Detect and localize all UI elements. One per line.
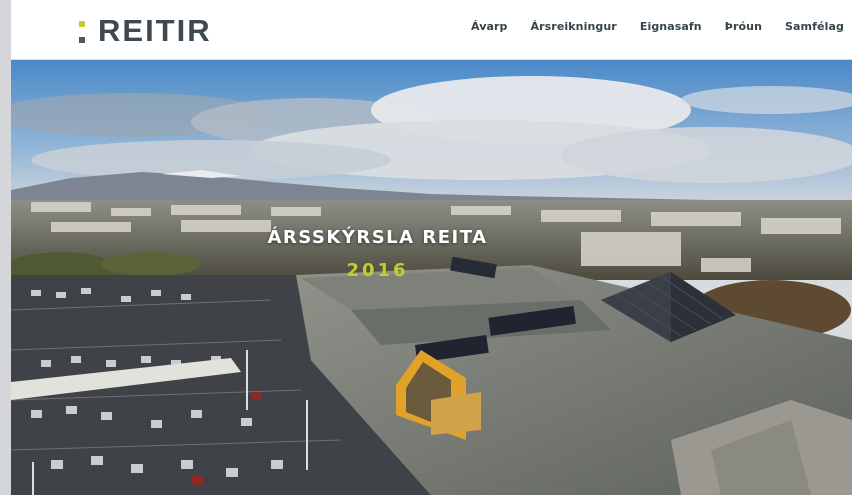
nav-item-avarp[interactable]: Ávarp xyxy=(471,20,508,33)
left-edge-strip xyxy=(0,0,11,495)
nav-item-samfelag[interactable]: Samfélag xyxy=(785,20,844,33)
main-nav: Ávarp Ársreikningur Eignasafn Þróun Samf… xyxy=(471,20,844,33)
nav-item-throun[interactable]: Þróun xyxy=(725,20,762,33)
hero-title: ÁRSSKÝRSLA REITA xyxy=(267,227,488,248)
nav-item-arsreikningur[interactable]: Ársreikningur xyxy=(531,20,617,33)
hero-banner: ÁRSSKÝRSLA REITA 2016 xyxy=(11,60,852,495)
hero-year: 2016 xyxy=(346,260,409,281)
site-header: REITIR Ávarp Ársreikningur Eignasafn Þró… xyxy=(11,0,852,59)
nav-item-eignasafn[interactable]: Eignasafn xyxy=(640,20,702,33)
logo-text: REITIR xyxy=(98,13,212,48)
reitir-logo[interactable]: REITIR xyxy=(79,13,212,48)
logo-colon-mark-icon xyxy=(79,17,86,45)
